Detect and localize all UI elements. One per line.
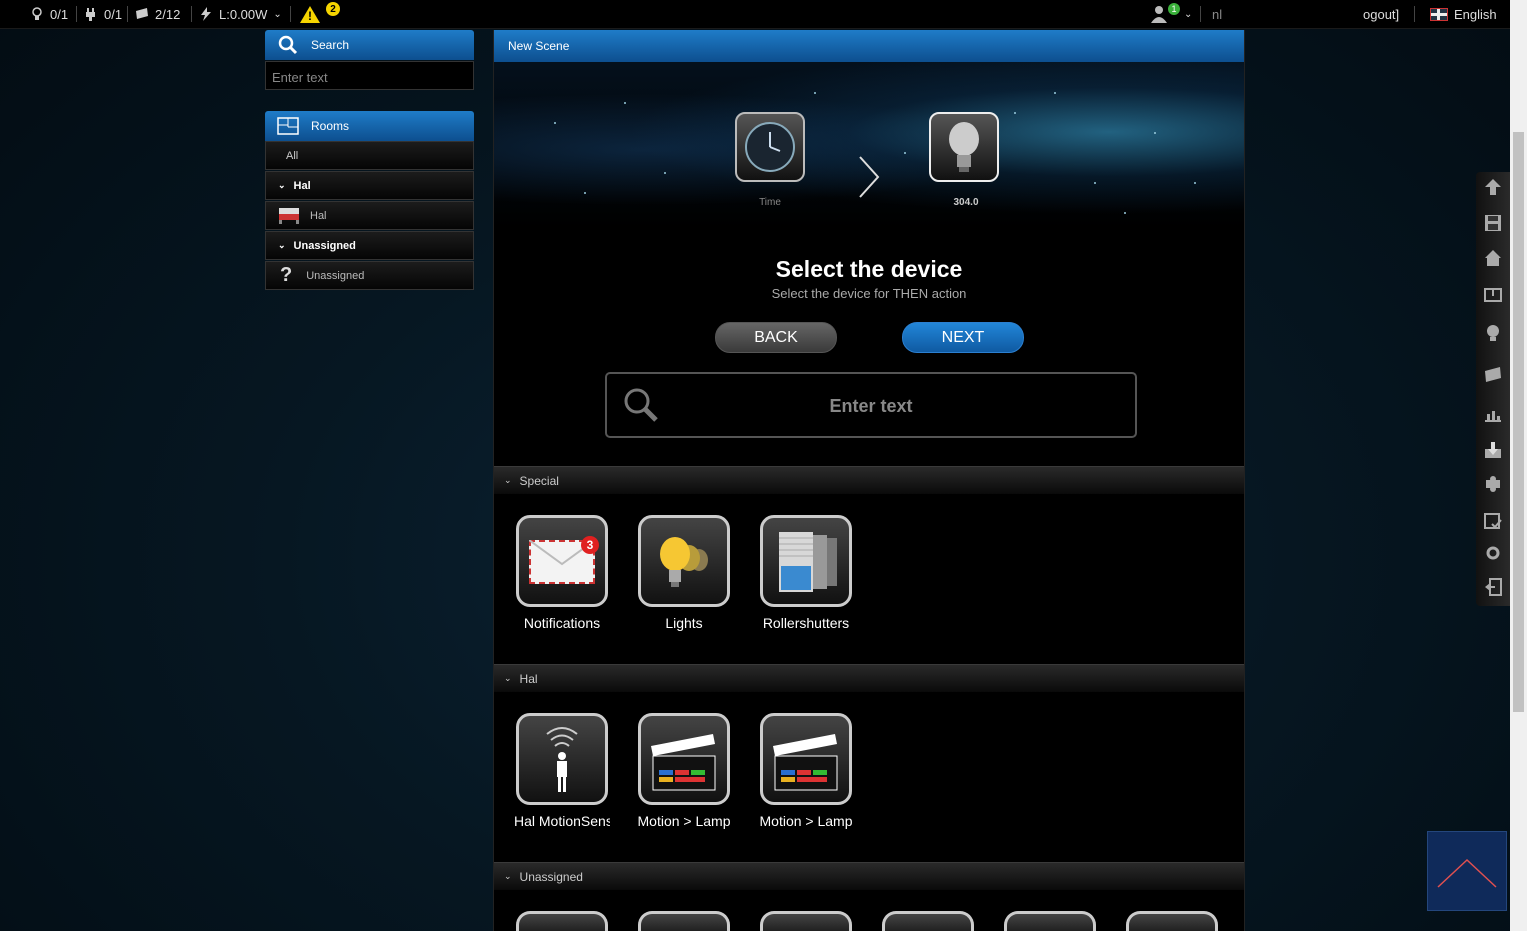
lightbulb-icon bbox=[949, 122, 979, 172]
page-subtitle: Select the device for THEN action bbox=[771, 286, 967, 301]
logout-icon[interactable] bbox=[1484, 578, 1502, 596]
plugs-status[interactable]: 0/1 bbox=[84, 0, 122, 28]
floorplan-icon bbox=[277, 117, 299, 135]
envelope-icon: 3 bbox=[516, 515, 608, 607]
next-button[interactable]: NEXT bbox=[902, 322, 1024, 353]
back-button[interactable]: BACK bbox=[715, 322, 837, 353]
clapperboard-icon bbox=[760, 713, 852, 805]
device-tile-rollershutters[interactable]: Rollershutters bbox=[758, 515, 854, 631]
sidebar-search-input[interactable]: Enter text bbox=[265, 61, 474, 90]
lightning-icon bbox=[201, 7, 211, 21]
device-tile-motion-lamp-1[interactable]: Motion > Lamp bbox=[636, 713, 732, 829]
puzzle-icon[interactable] bbox=[1484, 475, 1502, 493]
shutter-icon bbox=[136, 8, 148, 19]
bulb-icon[interactable] bbox=[1484, 324, 1502, 342]
rollershutter-icon bbox=[760, 515, 852, 607]
room-group-unassigned[interactable]: ⌄ Unassigned bbox=[265, 231, 474, 260]
device-tile-partial[interactable] bbox=[880, 911, 976, 931]
motion-sensor-icon bbox=[516, 713, 608, 805]
panel-title: New Scene bbox=[494, 30, 1244, 62]
device-tile-lights[interactable]: Lights bbox=[636, 515, 732, 631]
logout-link[interactable]: ogout] bbox=[1363, 0, 1399, 28]
room-item-hal[interactable]: Hal bbox=[265, 201, 474, 230]
home-icon[interactable] bbox=[1484, 249, 1502, 267]
calendar-check-icon[interactable] bbox=[1484, 512, 1502, 530]
device-tile-partial[interactable] bbox=[1002, 911, 1098, 931]
step-time-label: Time bbox=[759, 197, 781, 208]
plug-icon bbox=[86, 8, 95, 21]
right-toolbar bbox=[1476, 172, 1510, 606]
username-label: nl bbox=[1212, 6, 1223, 22]
gear-icon[interactable] bbox=[1484, 544, 1502, 562]
download-icon[interactable] bbox=[1484, 441, 1502, 459]
section-unassigned-header[interactable]: ⌄ Unassigned bbox=[494, 862, 1244, 890]
arrow-up-icon[interactable] bbox=[1484, 178, 1502, 196]
clapperboard-icon bbox=[638, 713, 730, 805]
device-tile-partial[interactable] bbox=[1124, 911, 1220, 931]
floorplan-icon[interactable] bbox=[1484, 286, 1502, 304]
room-item-unassigned[interactable]: ? Unassigned bbox=[265, 261, 474, 290]
save-icon[interactable] bbox=[1484, 214, 1502, 232]
shutter-icon[interactable] bbox=[1484, 366, 1502, 384]
notification-count-badge: 3 bbox=[581, 536, 599, 554]
shutters-status[interactable]: 2/12 bbox=[135, 0, 180, 28]
step-device-label: 304.0 bbox=[953, 197, 979, 208]
device-tile-partial[interactable] bbox=[758, 911, 854, 931]
users-menu[interactable]: 1 ⌄ bbox=[1150, 0, 1192, 28]
chevron-down-icon: ⌄ bbox=[278, 180, 286, 190]
search-icon bbox=[278, 35, 298, 55]
question-icon: ? bbox=[280, 264, 293, 286]
device-tile-motion-lamp-2[interactable]: Motion > Lamp bbox=[758, 713, 854, 829]
chevron-down-icon: ⌄ bbox=[278, 240, 286, 250]
device-tile-notifications[interactable]: 3 Notifications bbox=[514, 515, 610, 631]
room-group-hal[interactable]: ⌄ Hal bbox=[265, 171, 474, 200]
device-tile-partial[interactable] bbox=[514, 911, 610, 931]
room-item-all[interactable]: All bbox=[265, 141, 474, 170]
lightbulbs-icon bbox=[638, 515, 730, 607]
device-search-input[interactable]: Enter text bbox=[605, 372, 1137, 438]
new-scene-panel: New Scene Time 304.0 Select the device S… bbox=[493, 30, 1245, 931]
device-tile-hal-motionsensor[interactable]: Hal MotionSens bbox=[514, 713, 610, 829]
rooms-panel-header: Rooms bbox=[265, 111, 474, 141]
chevron-up-icon bbox=[1437, 858, 1497, 888]
warnings-status[interactable]: ! 2 bbox=[300, 0, 340, 28]
warning-icon: ! bbox=[300, 5, 320, 23]
chevron-down-icon: ⌄ bbox=[504, 475, 512, 485]
wizard-banner: Time 304.0 bbox=[494, 62, 1244, 237]
bulb-icon bbox=[32, 7, 42, 20]
power-status[interactable]: L:0.00W ⌄ bbox=[199, 0, 282, 28]
chart-icon[interactable] bbox=[1484, 405, 1502, 423]
warning-count-badge: 2 bbox=[326, 2, 340, 16]
device-tile-partial[interactable] bbox=[636, 911, 732, 931]
step-time-icon[interactable] bbox=[735, 112, 805, 182]
chevron-down-icon: ⌄ bbox=[1184, 8, 1193, 20]
chevron-down-icon: ⌄ bbox=[273, 8, 282, 20]
language-selector[interactable]: English bbox=[1430, 0, 1497, 28]
clock-icon bbox=[745, 122, 795, 172]
section-special-header[interactable]: ⌄ Special bbox=[494, 466, 1244, 494]
chevron-down-icon: ⌄ bbox=[504, 673, 512, 683]
step-device-icon[interactable] bbox=[929, 112, 999, 182]
top-status-bar: 0/1 0/1 2/12 L:0.00W ⌄ ! 2 1 ⌄ nl ogout]… bbox=[0, 0, 1510, 29]
chevron-down-icon: ⌄ bbox=[504, 871, 512, 881]
lights-status[interactable]: 0/1 bbox=[30, 0, 68, 28]
section-hal-header[interactable]: ⌄ Hal bbox=[494, 664, 1244, 692]
scrollbar-thumb[interactable] bbox=[1513, 132, 1524, 712]
user-count-badge: 1 bbox=[1168, 3, 1180, 15]
user-icon bbox=[1151, 6, 1167, 23]
uk-flag-icon bbox=[1430, 7, 1448, 21]
back-to-top-button[interactable] bbox=[1427, 831, 1507, 911]
page-title: Select the device bbox=[775, 256, 963, 282]
search-panel-header: Search bbox=[265, 30, 474, 60]
chevron-right-icon bbox=[859, 156, 880, 198]
room-hal-icon bbox=[279, 207, 299, 224]
